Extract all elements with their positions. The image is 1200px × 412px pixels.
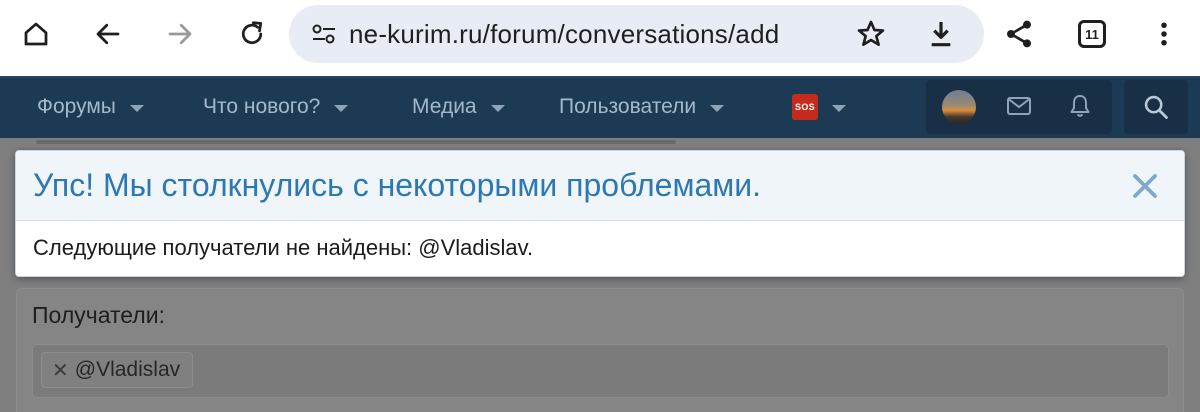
chevron-down-icon[interactable] [710,104,725,112]
error-dialog: Упс! Мы столкнулись с некоторыми проблем… [15,150,1185,277]
chevron-down-icon[interactable] [490,104,505,112]
avatar[interactable] [942,90,976,124]
sos-icon: SOS [792,94,818,120]
recipient-token-label: @Vladislav [74,358,181,381]
recipients-input[interactable] [32,344,1169,398]
user-nav-group [926,80,1112,134]
chevron-down-icon[interactable] [129,104,144,112]
bell-icon[interactable] [1068,93,1092,124]
browser-toolbar: ne-kurim.ru/forum/conversations/add 11 [0,0,1200,76]
search-button[interactable] [1124,80,1188,134]
home-icon[interactable] [14,12,58,56]
tabs-icon[interactable]: 11 [1070,12,1114,56]
forward-icon[interactable] [158,12,202,56]
chevron-down-icon[interactable] [832,104,846,112]
close-icon[interactable]: ✕ [52,358,69,383]
reload-icon[interactable] [230,12,274,56]
dialog-title: Упс! Мы столкнулись с некоторыми проблем… [33,167,761,203]
tab-count[interactable]: 11 [1078,20,1106,48]
dialog-header: Упс! Мы столкнулись с некоторыми проблем… [16,151,1184,221]
more-menu-icon[interactable] [1142,12,1186,56]
nav-item-sos[interactable]: SOS [792,78,846,136]
close-icon[interactable] [1130,171,1160,201]
star-icon[interactable] [855,18,887,50]
url-text[interactable]: ne-kurim.ru/forum/conversations/add [349,19,779,50]
nav-item-label: Пользователи [559,95,697,118]
recipients-label: Получатели: [32,302,165,328]
nav-item-label: Что нового? [203,95,321,118]
mail-icon[interactable] [1006,94,1032,123]
address-bar[interactable]: ne-kurim.ru/forum/conversations/add [289,5,984,63]
back-icon[interactable] [86,12,130,56]
search-icon [1144,95,1168,119]
download-icon[interactable] [925,18,957,50]
share-icon[interactable] [997,12,1041,56]
obscured-text [36,128,676,148]
dialog-message: Следующие получатели не найдены: @Vladis… [33,235,534,260]
site-settings-icon[interactable] [311,22,337,46]
nav-item-label: Медиа [412,95,477,118]
recipient-token[interactable]: ✕ @Vladislav [41,352,194,388]
nav-item-label: Форумы [37,95,116,118]
chevron-down-icon[interactable] [334,104,349,112]
